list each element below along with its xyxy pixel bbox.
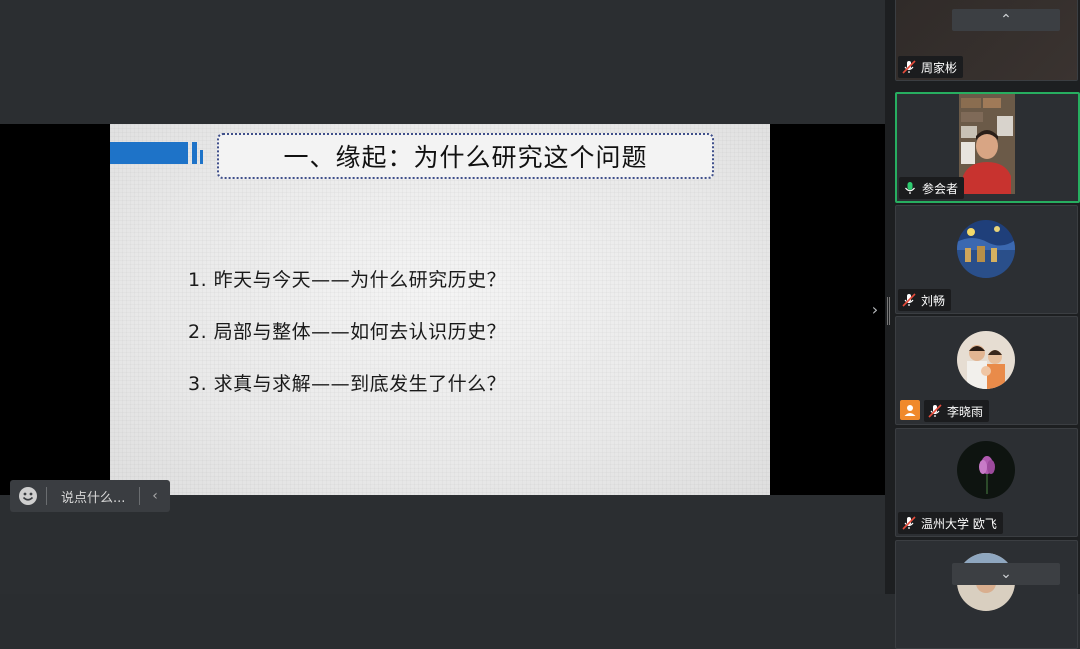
- mic-muted-icon: [902, 60, 916, 74]
- participant-tile[interactable]: 刘畅: [895, 205, 1078, 314]
- slide-accent-bar: [110, 142, 188, 164]
- mic-muted-icon: [902, 516, 916, 530]
- slide-item-2: 2. 局部与整体——如何去认识历史？: [188, 321, 507, 343]
- avatar: [957, 331, 1015, 389]
- chevron-down-icon[interactable]: ⌄: [952, 563, 1060, 585]
- participant-name: 李晓雨: [947, 404, 984, 419]
- participant-name: 参会者: [922, 181, 959, 196]
- participant-name: 周家彬: [921, 60, 958, 75]
- chat-input-bar[interactable]: 说点什么... ‹: [10, 480, 170, 512]
- slide-title: 一、缘起：为什么研究这个问题: [217, 133, 714, 179]
- slide-item-1: 1. 昨天与今天——为什么研究历史？: [188, 269, 507, 291]
- chevron-right-icon[interactable]: ›: [866, 296, 884, 322]
- mic-active-icon: [905, 182, 915, 194]
- participant-name-tag: 刘畅: [898, 289, 952, 311]
- chevron-left-icon[interactable]: ‹: [140, 488, 170, 504]
- slide-accent-tick: [192, 142, 197, 164]
- panel-resize-handle[interactable]: [887, 297, 891, 325]
- slide-item-3: 3. 求真与求解——到底发生了什么？: [188, 373, 507, 395]
- participant-name: 温州大学 欧飞: [921, 516, 997, 531]
- participant-name-tag: 参会者: [899, 177, 965, 199]
- main-stage: 一、缘起：为什么研究这个问题 1. 昨天与今天——为什么研究历史？ 2. 局部与…: [0, 0, 885, 594]
- mic-muted-icon: [902, 293, 916, 307]
- participant-tile[interactable]: 李晓雨: [895, 316, 1078, 425]
- avatar: [957, 441, 1015, 499]
- emoji-icon[interactable]: [10, 480, 46, 512]
- participant-tile[interactable]: ⌃ 周家彬: [895, 0, 1078, 81]
- participant-tile[interactable]: 温州大学 欧飞: [895, 428, 1078, 537]
- avatar: [957, 220, 1015, 278]
- chevron-up-icon[interactable]: ⌃: [952, 9, 1060, 31]
- participant-name-tag: 周家彬: [898, 56, 964, 78]
- shared-slide: 一、缘起：为什么研究这个问题 1. 昨天与今天——为什么研究历史？ 2. 局部与…: [110, 124, 770, 495]
- slide-accent-tick: [200, 150, 203, 164]
- user-icon: [900, 400, 920, 420]
- participant-name-tag: 温州大学 欧飞: [898, 512, 1003, 534]
- participant-name-tag: 李晓雨: [924, 400, 990, 422]
- participant-tile[interactable]: 参会者: [895, 92, 1080, 203]
- mic-muted-icon: [928, 404, 942, 418]
- participant-tile[interactable]: ⌄: [895, 540, 1078, 649]
- chat-input[interactable]: 说点什么...: [47, 487, 139, 506]
- participant-name: 刘畅: [921, 293, 946, 308]
- participant-panel: ⌃ 周家彬 参会者 刘畅 李晓雨 温州大学 欧飞 ⌄: [893, 0, 1080, 649]
